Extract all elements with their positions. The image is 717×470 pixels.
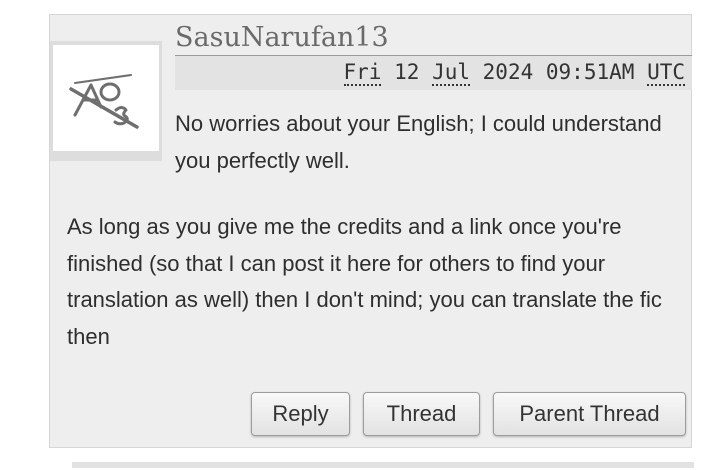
default-avatar-icon [69,74,139,129]
avatar[interactable] [53,45,159,151]
comment-panel: SasuNarufan13 Fri 12 Jul 2024 09:51AM UT… [49,14,692,448]
date-time: 09:51AM [545,60,635,84]
weekday-abbr: Fri [343,60,382,86]
username-link[interactable]: SasuNarufan13 [175,21,389,55]
date-year: 2024 [482,60,534,84]
comment-header: Fri 12 Jul 2024 09:51AM UTC [175,55,692,90]
parent-thread-button[interactable]: Parent Thread [493,392,686,436]
next-comment-divider [72,462,694,468]
date-day: 12 [394,60,420,84]
reply-button[interactable]: Reply [251,392,350,436]
comment-paragraph: As long as you give me the credits and a… [67,214,662,349]
comment-timestamp: Fri 12 Jul 2024 09:51AM UTC [343,58,685,86]
month-abbr: Jul [432,60,470,86]
thread-button[interactable]: Thread [363,392,480,436]
timezone-abbr: UTC [647,60,685,86]
avatar-frame [50,41,162,161]
comment-paragraph: No worries about your English; I could u… [175,111,662,173]
